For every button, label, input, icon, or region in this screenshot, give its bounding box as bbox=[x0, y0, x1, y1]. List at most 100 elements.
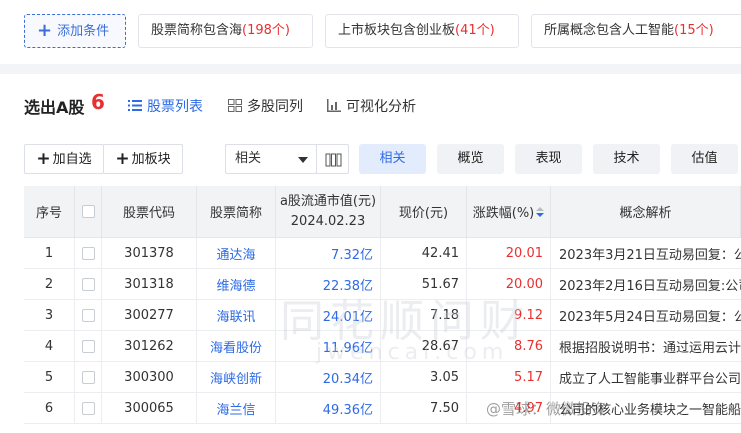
row-concept: 2023年3月21日互动易回复：公司以 bbox=[559, 247, 741, 263]
row-index: 5 bbox=[24, 362, 75, 392]
row-stock-name-link[interactable]: 维海德 bbox=[197, 269, 276, 299]
filter-chip-count: (15个) bbox=[674, 23, 714, 38]
row-market-cap[interactable]: 7.32亿 bbox=[276, 238, 381, 268]
table-row: 4 301262 海看股份 11.96亿 28.67 8.76 根据招股说明书：… bbox=[24, 331, 741, 362]
header-change-label: 涨跌幅(%) bbox=[472, 206, 535, 221]
table-row: 1 301378 通达海 7.32亿 42.41 20.01 2023年3月21… bbox=[24, 238, 741, 269]
select-all-checkbox[interactable] bbox=[81, 205, 95, 218]
row-market-cap[interactable]: 24.01亿 bbox=[276, 300, 381, 330]
header-concept: 概念解析 bbox=[551, 186, 741, 237]
row-price: 7.18 bbox=[381, 300, 467, 330]
filter-bar: + 添加条件 股票简称包含海(198个) 上市板块包含创业板(41个) 所属概念包… bbox=[0, 0, 741, 64]
add-watchlist-button[interactable]: + 加自选 bbox=[24, 144, 104, 174]
header-market-cap[interactable]: a股流通市值(元) 2024.02.23 bbox=[276, 186, 381, 237]
tab-visual-analysis[interactable]: 可视化分析 bbox=[327, 96, 416, 116]
row-checkbox[interactable] bbox=[81, 370, 95, 384]
filter-chip-text: 股票简称包含海 bbox=[151, 23, 243, 38]
result-title: 选出A股 bbox=[24, 98, 85, 117]
row-stock-name-link[interactable]: 海联讯 bbox=[197, 300, 276, 330]
filter-chip-text: 所属概念包含人工智能 bbox=[544, 23, 675, 38]
row-checkbox[interactable] bbox=[81, 339, 95, 353]
header-cap-date: 2024.02.23 bbox=[290, 213, 366, 229]
row-checkbox-cell bbox=[75, 269, 102, 299]
tab-stock-list[interactable]: 股票列表 bbox=[128, 96, 203, 116]
row-change: 9.12 bbox=[467, 300, 551, 330]
row-index: 2 bbox=[24, 269, 75, 299]
row-stock-name-link[interactable]: 海看股份 bbox=[197, 331, 276, 361]
row-stock-name-link[interactable]: 海兰信 bbox=[197, 393, 276, 423]
chevron-down-icon bbox=[298, 157, 308, 163]
row-code: 301262 bbox=[102, 331, 197, 361]
columns-icon bbox=[325, 153, 342, 167]
list-icon bbox=[128, 100, 142, 111]
row-change: 20.01 bbox=[467, 238, 551, 268]
row-price: 3.05 bbox=[381, 362, 467, 392]
row-checkbox[interactable] bbox=[81, 401, 95, 415]
row-change: 4.97 bbox=[467, 393, 551, 423]
header-code: 股票代码 bbox=[102, 186, 197, 237]
header-change[interactable]: 涨跌幅(%) bbox=[467, 186, 551, 237]
row-market-cap[interactable]: 22.38亿 bbox=[276, 269, 381, 299]
stock-table: 序号 股票代码 股票简称 a股流通市值(元) 2024.02.23 现价(元) … bbox=[24, 186, 741, 433]
header-name: 股票简称 bbox=[197, 186, 276, 237]
filter-chip-count: (41个) bbox=[455, 23, 495, 38]
row-checkbox[interactable] bbox=[81, 308, 95, 322]
table-row: 3 300277 海联讯 24.01亿 7.18 9.12 2023年5月24日… bbox=[24, 300, 741, 331]
row-code: 301378 bbox=[102, 238, 197, 268]
row-checkbox-cell bbox=[75, 331, 102, 361]
filter-chip-name[interactable]: 股票简称包含海(198个) bbox=[138, 14, 313, 48]
row-concept: 公司的核心业务模块之一智能船业务 bbox=[559, 402, 741, 418]
row-change: 8.76 bbox=[467, 331, 551, 361]
row-code: 301318 bbox=[102, 269, 197, 299]
bar-chart-icon bbox=[327, 99, 341, 112]
row-market-cap[interactable]: 49.36亿 bbox=[276, 393, 381, 423]
header-checkbox-cell bbox=[75, 186, 102, 237]
row-stock-name-link[interactable]: 通达海 bbox=[197, 238, 276, 268]
row-concept: 2023年5月24日互动易回复：公司为 bbox=[559, 309, 741, 325]
segment-relevance[interactable]: 相关 bbox=[359, 144, 426, 174]
segment-overview[interactable]: 概览 bbox=[437, 144, 504, 174]
add-sector-button[interactable]: + 加板块 bbox=[103, 144, 183, 174]
segment-valuation[interactable]: 估值 bbox=[671, 144, 738, 174]
row-index: 4 bbox=[24, 331, 75, 361]
add-condition-button[interactable]: + 添加条件 bbox=[24, 14, 126, 48]
row-stock-name-link[interactable]: 海峡创新 bbox=[197, 362, 276, 392]
plus-icon: + bbox=[37, 20, 53, 41]
row-change: 5.17 bbox=[467, 362, 551, 392]
row-concept: 根据招股说明书：通过运用云计算技 bbox=[559, 340, 741, 356]
segment-performance[interactable]: 表现 bbox=[515, 144, 582, 174]
row-change: 20.00 bbox=[467, 269, 551, 299]
filter-chip-text: 上市板块包含创业板 bbox=[338, 23, 456, 38]
header-price[interactable]: 现价(元) bbox=[381, 186, 467, 237]
segment-technical[interactable]: 技术 bbox=[593, 144, 660, 174]
table-row: 5 300300 海峡创新 20.34亿 3.05 5.17 成立了人工智能事业… bbox=[24, 362, 741, 393]
add-sector-label: 加板块 bbox=[131, 152, 171, 167]
row-checkbox-cell bbox=[75, 238, 102, 268]
row-checkbox-cell bbox=[75, 393, 102, 423]
filter-chip-board[interactable]: 上市板块包含创业板(41个) bbox=[325, 14, 519, 48]
result-count: 6 bbox=[91, 90, 105, 114]
tab-multi-stock[interactable]: 多股同列 bbox=[228, 96, 303, 116]
row-market-cap[interactable]: 11.96亿 bbox=[276, 331, 381, 361]
header-index: 序号 bbox=[24, 186, 75, 237]
row-price: 7.50 bbox=[381, 393, 467, 423]
row-checkbox[interactable] bbox=[81, 246, 95, 260]
row-code: 300300 bbox=[102, 362, 197, 392]
column-settings-button[interactable] bbox=[316, 144, 349, 174]
sort-desc-icon bbox=[536, 206, 545, 217]
tab-label: 可视化分析 bbox=[346, 99, 416, 115]
add-watchlist-label: 加自选 bbox=[52, 152, 92, 167]
row-concept: 成立了人工智能事业群平台公司杭州 bbox=[559, 371, 741, 387]
header-cap-label: a股流通市值(元) bbox=[279, 193, 377, 209]
plus-icon: + bbox=[36, 149, 51, 169]
row-checkbox[interactable] bbox=[81, 277, 95, 291]
row-price: 51.67 bbox=[381, 269, 467, 299]
row-index: 1 bbox=[24, 238, 75, 268]
table-row: 2 301318 维海德 22.38亿 51.67 20.00 2023年2月1… bbox=[24, 269, 741, 300]
table-header: 序号 股票代码 股票简称 a股流通市值(元) 2024.02.23 现价(元) … bbox=[24, 186, 741, 238]
row-market-cap[interactable]: 20.34亿 bbox=[276, 362, 381, 392]
filter-chip-concept[interactable]: 所属概念包含人工智能(15个) bbox=[531, 14, 741, 48]
table-row: 6 300065 海兰信 49.36亿 7.50 4.97 公司的核心业务模块之… bbox=[24, 393, 741, 424]
row-concept: 2023年2月16日互动易回复:公司将人 bbox=[559, 278, 741, 294]
sort-select[interactable]: 相关 bbox=[225, 144, 317, 174]
